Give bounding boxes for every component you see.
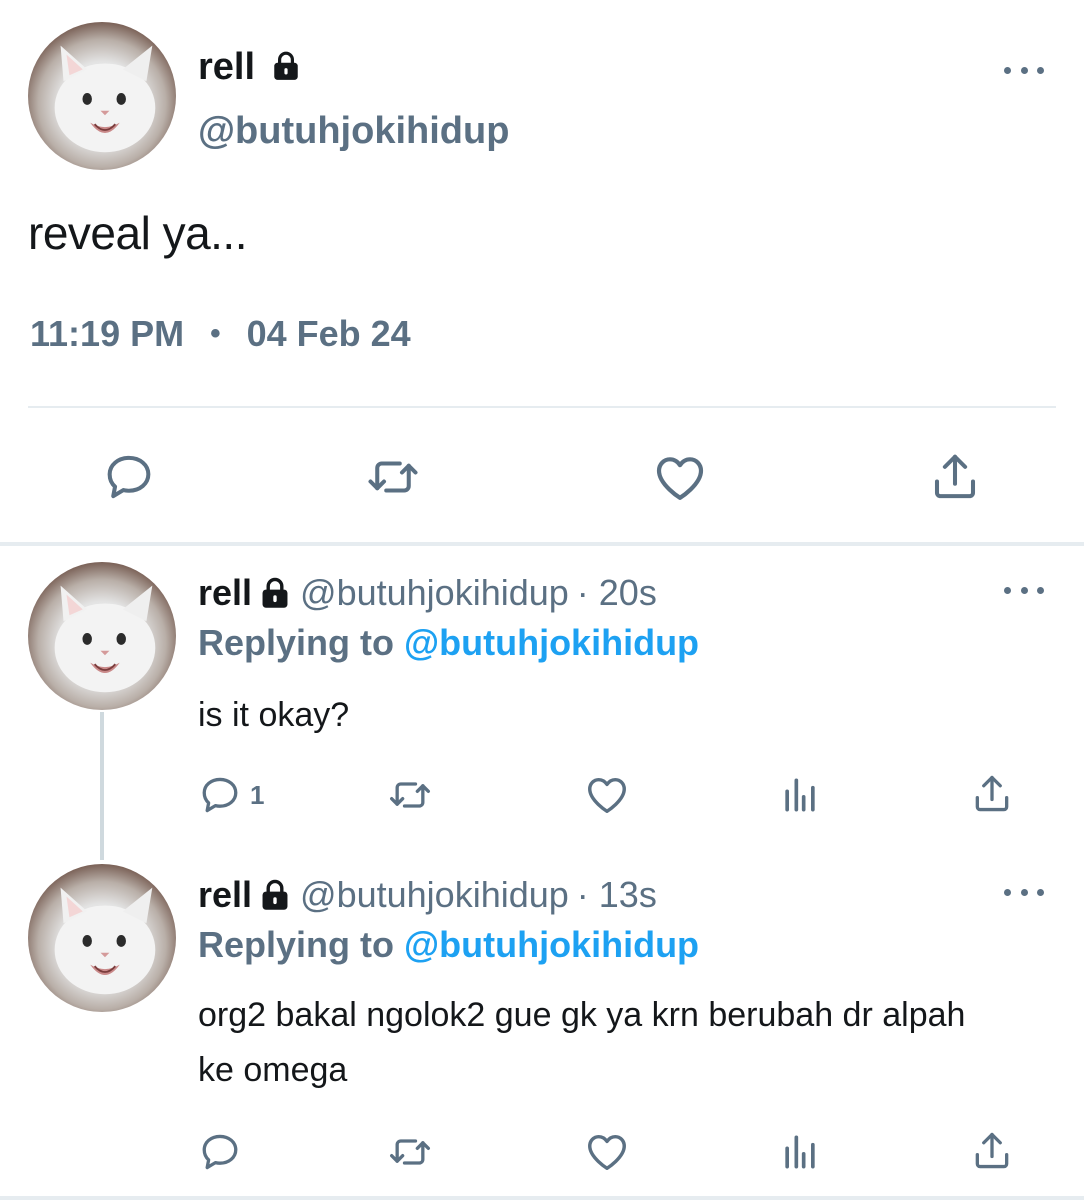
reply-header: rell @butuhjokihidup · 20s [198, 572, 657, 614]
reply-age: · 13s [576, 874, 657, 915]
section-divider [0, 542, 1084, 546]
more-options-icon[interactable] [1004, 60, 1044, 80]
thread-connector [100, 712, 104, 860]
retweet-icon [366, 450, 420, 504]
reply-button[interactable] [102, 450, 156, 504]
stats-icon [778, 1130, 822, 1174]
replying-to: Replying to @butuhjokihidup [198, 924, 699, 966]
reply-author-name[interactable]: rell [198, 572, 252, 614]
like-icon [652, 450, 708, 506]
like-icon [584, 1129, 630, 1175]
replying-to-label: Replying to [198, 622, 394, 663]
share-button[interactable] [928, 450, 982, 504]
reply-icon [198, 773, 242, 817]
bottom-divider [0, 1196, 1084, 1200]
reply-text: org2 bakal ngolok2 gue gk ya krn berubah… [198, 996, 966, 1089]
reply-count: 1 [250, 779, 265, 810]
reply-age: · 20s [576, 572, 657, 613]
main-author-handle[interactable]: @butuhjokihidup [198, 110, 509, 153]
share-icon [970, 1129, 1014, 1173]
replying-to-mention[interactable]: @butuhjokihidup [404, 622, 699, 663]
reply-author-handle[interactable]: @butuhjokihidup [300, 874, 569, 916]
meta-separator: • [210, 317, 221, 350]
reply-author-avatar[interactable] [28, 562, 176, 710]
divider [28, 406, 1056, 408]
share-button[interactable] [970, 1129, 1014, 1173]
main-author-avatar[interactable] [28, 22, 176, 170]
more-options-icon[interactable] [1004, 580, 1044, 600]
retweet-icon [388, 1130, 432, 1174]
replying-to-mention[interactable]: @butuhjokihidup [404, 924, 699, 965]
replying-to-label: Replying to [198, 924, 394, 965]
retweet-button[interactable] [388, 1130, 432, 1174]
reply-author-handle[interactable]: @butuhjokihidup [300, 572, 569, 614]
share-icon [970, 772, 1014, 816]
lock-icon [270, 50, 302, 82]
views-button[interactable] [778, 1130, 822, 1174]
reply-header: rell @butuhjokihidup · 13s [198, 874, 657, 916]
reply-icon [198, 1130, 242, 1174]
replying-to: Replying to @butuhjokihidup [198, 622, 699, 664]
tweet-text: reveal ya... [28, 207, 248, 259]
more-options-icon[interactable] [1004, 882, 1044, 902]
stats-icon [778, 773, 822, 817]
cat-avatar-icon [28, 864, 176, 1012]
retweet-button[interactable] [388, 773, 432, 817]
views-button[interactable] [778, 773, 822, 817]
author-name-label: rell [198, 46, 256, 88]
like-button[interactable] [652, 450, 708, 506]
like-icon [584, 772, 630, 818]
lock-icon [258, 878, 292, 912]
tweet-time: 11:19 PM [30, 313, 185, 354]
reply-icon [102, 450, 156, 504]
reply-button[interactable] [198, 1130, 242, 1174]
cat-avatar-icon [28, 22, 176, 170]
share-button[interactable] [970, 772, 1014, 816]
tweet-date: 04 Feb 24 [246, 313, 411, 354]
retweet-icon [388, 773, 432, 817]
cat-avatar-icon [28, 562, 176, 710]
tweet-timestamp: 11:19 PM • 04 Feb 24 [30, 313, 411, 355]
reply-button[interactable]: 1 [198, 773, 264, 817]
retweet-button[interactable] [366, 450, 420, 504]
reply-text: is it okay? [198, 696, 350, 734]
like-button[interactable] [584, 772, 630, 818]
main-author-name[interactable]: rell [198, 46, 302, 89]
lock-icon [258, 576, 292, 610]
reply-author-avatar[interactable] [28, 864, 176, 1012]
reply-author-name[interactable]: rell [198, 874, 252, 916]
like-button[interactable] [584, 1129, 630, 1175]
share-icon [928, 450, 982, 504]
